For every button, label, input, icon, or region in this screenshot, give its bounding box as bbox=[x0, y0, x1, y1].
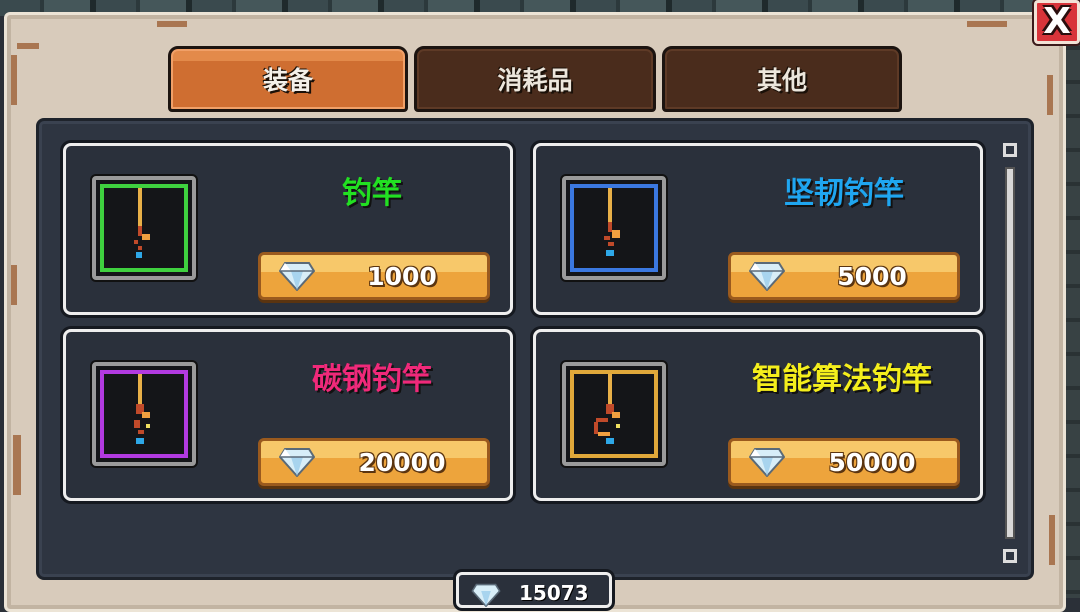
buy-button[interactable]: 5000 bbox=[728, 252, 960, 300]
shop-item-card[interactable]: 碳钢钓竿 20000 bbox=[63, 329, 513, 501]
item-name: 智能算法钓竿 bbox=[752, 362, 932, 397]
item-list: 钓竿 1000 坚韧钓竿 5000 碳钢钓竿 20000 智能算法钓竿 5000… bbox=[36, 118, 1034, 580]
shop-item-card[interactable]: 钓竿 1000 bbox=[63, 143, 513, 315]
item-price: 50000 bbox=[828, 447, 916, 477]
tab-other[interactable]: 其他 bbox=[662, 46, 902, 112]
currency-amount: 15073 bbox=[519, 581, 589, 605]
item-name: 碳钢钓竿 bbox=[312, 362, 432, 397]
diamond-icon bbox=[749, 262, 785, 291]
tab-consumables[interactable]: 消耗品 bbox=[414, 46, 656, 112]
scrollbar[interactable] bbox=[1003, 143, 1017, 563]
fishing-rod-icon bbox=[594, 374, 620, 444]
scroll-track[interactable] bbox=[1005, 167, 1015, 539]
scroll-down-cap[interactable] bbox=[1003, 549, 1017, 563]
item-slot bbox=[562, 176, 666, 280]
fishing-rod-icon bbox=[604, 188, 620, 256]
item-price: 1000 bbox=[367, 261, 437, 291]
item-slot bbox=[562, 362, 666, 466]
item-name: 钓竿 bbox=[342, 176, 402, 211]
diamond-icon bbox=[471, 583, 501, 607]
item-slot bbox=[92, 362, 196, 466]
item-price: 5000 bbox=[837, 261, 907, 291]
scroll-up-cap[interactable] bbox=[1003, 143, 1017, 157]
fishing-rod-icon bbox=[134, 374, 150, 444]
buy-button[interactable]: 20000 bbox=[258, 438, 490, 486]
tab-equipment[interactable]: 装备 bbox=[168, 46, 408, 112]
item-price: 20000 bbox=[358, 447, 446, 477]
item-slot bbox=[92, 176, 196, 280]
currency-display: 15073 bbox=[456, 572, 612, 608]
item-name: 坚韧钓竿 bbox=[784, 176, 904, 211]
tab-label: 消耗品 bbox=[497, 66, 573, 95]
shop-item-card[interactable]: 坚韧钓竿 5000 bbox=[533, 143, 983, 315]
diamond-icon bbox=[279, 448, 315, 477]
close-icon: X bbox=[1043, 1, 1071, 42]
diamond-icon bbox=[279, 262, 315, 291]
fishing-rod-icon bbox=[134, 188, 150, 258]
shop-item-card[interactable]: 智能算法钓竿 50000 bbox=[533, 329, 983, 501]
diamond-icon bbox=[749, 448, 785, 477]
tab-label: 装备 bbox=[262, 66, 313, 95]
close-button[interactable]: X bbox=[1034, 0, 1080, 44]
buy-button[interactable]: 50000 bbox=[728, 438, 960, 486]
buy-button[interactable]: 1000 bbox=[258, 252, 490, 300]
tab-label: 其他 bbox=[756, 66, 807, 95]
